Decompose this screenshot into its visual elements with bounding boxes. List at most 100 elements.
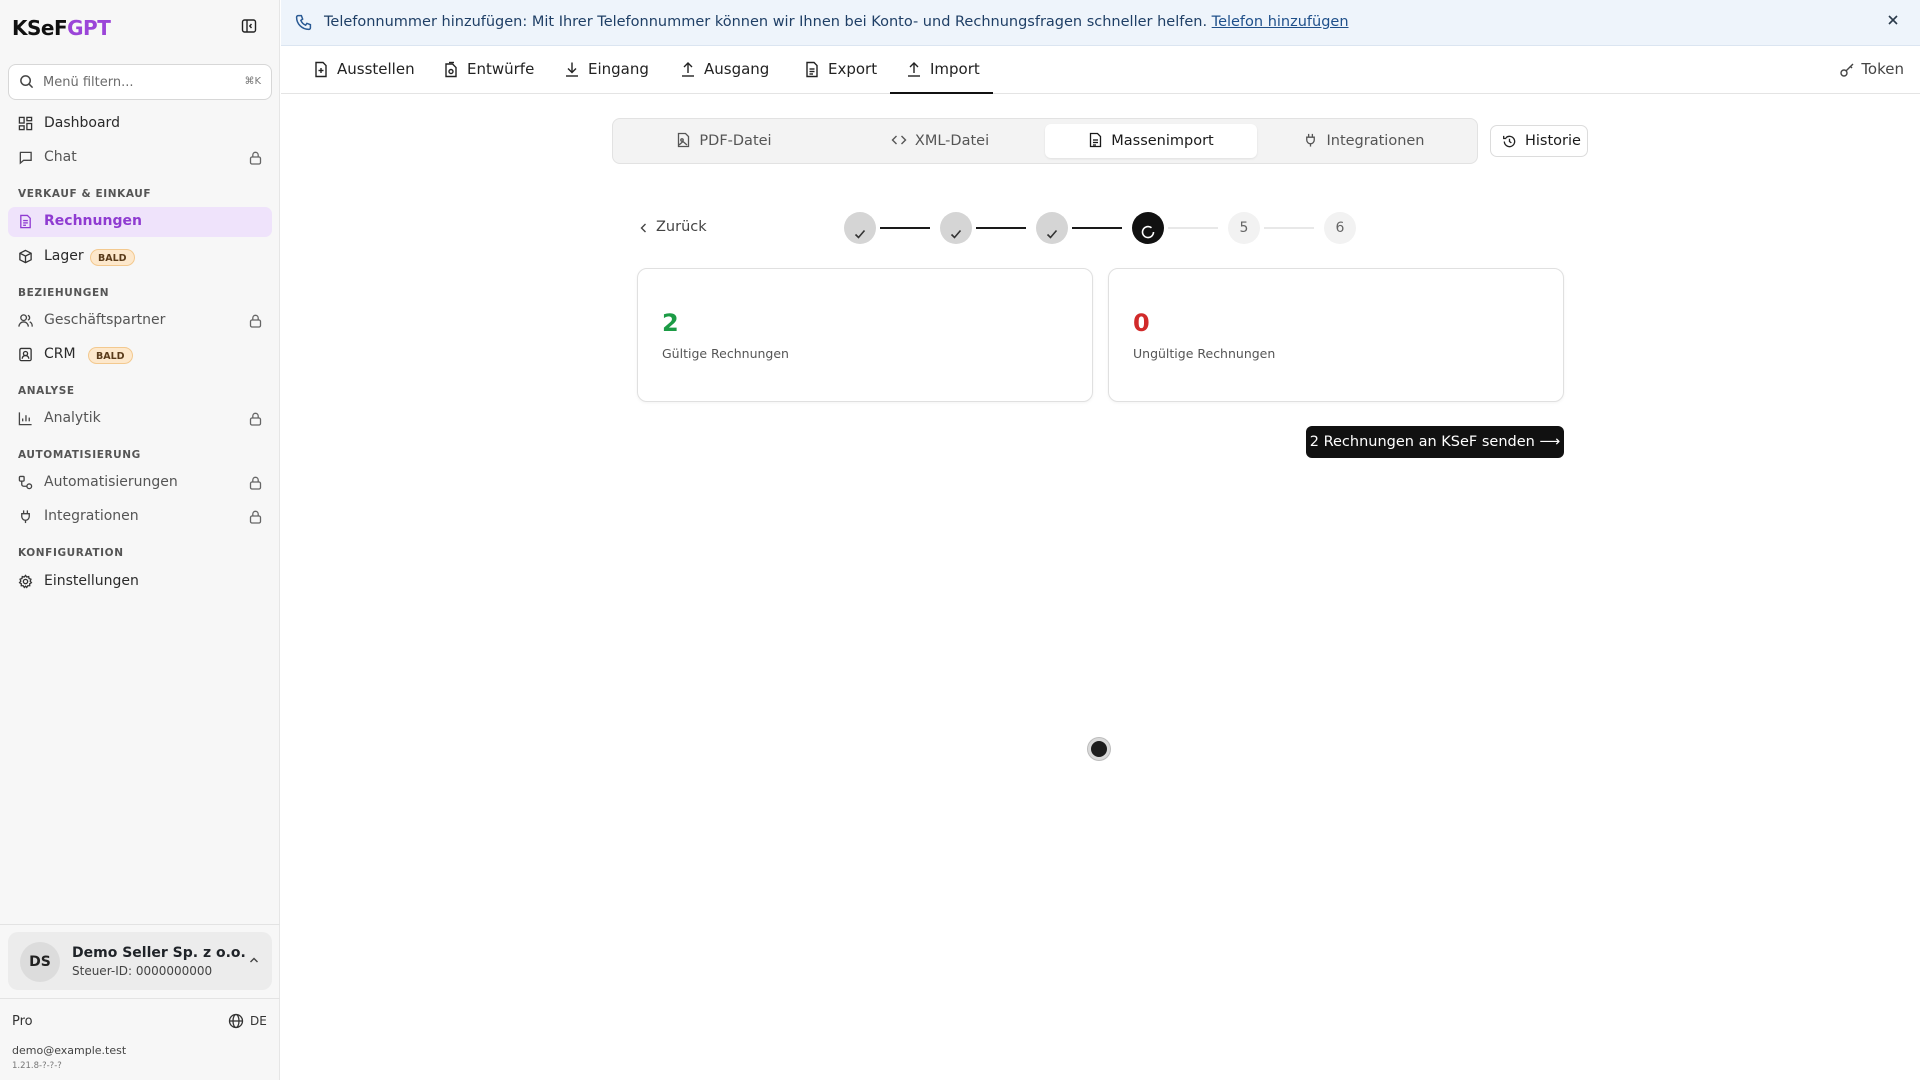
globe-icon (228, 1013, 244, 1032)
step-connector (1168, 227, 1218, 229)
sidebar-item-invoices[interactable]: Rechnungen (8, 207, 272, 237)
invalid-invoices-card: 0 Ungültige Rechnungen (1108, 268, 1564, 402)
lock-icon (249, 412, 262, 430)
dashboard-icon (18, 116, 33, 135)
sidebar-item-label: Lager (44, 248, 84, 264)
phone-banner: Telefonnummer hinzufügen: Mit Ihrer Tele… (281, 0, 1920, 46)
sidebar-item-crm[interactable]: CRM BALD (8, 340, 272, 370)
contact-card-icon (18, 347, 33, 366)
section-label-relations: BEZIEHUNGEN (18, 287, 110, 299)
sidebar: KSeFGPT ⌘K Dashboard Chat VERKAUF & EINK… (0, 0, 280, 1080)
tab-label: Eingang (588, 60, 649, 78)
sidebar-item-analytics[interactable]: Analytik (8, 404, 272, 434)
import-mode-switcher: PDF-Datei XML-Datei Massenimport Integra… (612, 118, 1478, 164)
plug-icon (1303, 132, 1318, 152)
tab-label: Export (828, 60, 878, 78)
lock-icon (249, 510, 262, 528)
step-connector (976, 227, 1026, 229)
sidebar-item-settings[interactable]: Einstellungen (8, 567, 272, 597)
step-connector (1264, 227, 1314, 229)
soon-badge: BALD (90, 249, 135, 266)
step-connector (880, 227, 930, 229)
history-button[interactable]: Historie (1490, 125, 1588, 157)
file-plus-icon (313, 61, 329, 82)
menu-search-input[interactable] (43, 72, 233, 92)
sidebar-item-label: Automatisierungen (44, 474, 178, 490)
step-3 (1036, 212, 1068, 244)
mode-label: Integrationen (1326, 133, 1425, 149)
language-code: DE (250, 1014, 267, 1028)
users-icon (18, 313, 33, 332)
sidebar-divider (0, 924, 280, 925)
sidebar-item-automations[interactable]: Automatisierungen (8, 468, 272, 498)
main-tabs: Ausstellen Entwürfe Eingang Ausgang Expo… (281, 47, 1920, 94)
phone-icon (295, 14, 312, 35)
mode-bulk[interactable]: Massenimport (1045, 124, 1257, 158)
app-version: 1.21.8-?-?-? (12, 1061, 62, 1071)
tab-label: Entwürfe (467, 60, 535, 78)
step-6: 6 (1324, 212, 1356, 244)
spinner-icon (1140, 220, 1156, 252)
sidebar-item-label: Integrationen (44, 508, 139, 524)
valid-invoices-card: 2 Gültige Rechnungen (637, 268, 1093, 402)
menu-search: ⌘K (8, 64, 272, 100)
mode-integrations[interactable]: Integrationen (1258, 124, 1470, 158)
account-switcher[interactable]: DS Demo Seller Sp. z o.o. Steuer-ID: 000… (8, 932, 272, 990)
back-button[interactable]: Zurück (638, 219, 707, 235)
token-button[interactable]: Token (1839, 60, 1904, 78)
banner-text: Telefonnummer hinzufügen: Mit Ihrer Tele… (324, 14, 1349, 30)
sidebar-item-integrations[interactable]: Integrationen (8, 502, 272, 532)
sidebar-item-label: Chat (44, 149, 77, 165)
mode-label: Massenimport (1111, 133, 1214, 149)
brand-logo[interactable]: KSeFGPT (12, 16, 111, 40)
history-icon (1502, 134, 1517, 153)
section-label-sales: VERKAUF & EINKAUF (18, 188, 152, 200)
lock-icon (249, 476, 262, 494)
mode-label: XML-Datei (914, 133, 990, 149)
close-icon[interactable] (1886, 13, 1900, 31)
section-label-config: KONFIGURATION (18, 547, 124, 559)
sidebar-item-label: Rechnungen (44, 213, 142, 229)
tab-label: Ausgang (704, 60, 770, 78)
key-icon (1839, 62, 1855, 82)
search-icon (19, 74, 34, 93)
mouse-cursor-indicator (1088, 738, 1110, 760)
chevron-up-icon (248, 954, 260, 970)
mode-label: PDF-Datei (699, 133, 772, 149)
sidebar-toggle-icon[interactable] (241, 18, 263, 38)
bar-chart-icon (18, 411, 33, 430)
download-icon (564, 61, 580, 82)
tab-label: Import (930, 60, 980, 78)
section-label-analysis: ANALYSE (18, 385, 75, 397)
sidebar-item-stock[interactable]: Lager BALD (8, 242, 272, 272)
search-shortcut: ⌘K (244, 76, 261, 87)
lock-icon (249, 314, 262, 332)
add-phone-link[interactable]: Telefon hinzufügen (1212, 14, 1349, 30)
invoice-icon (18, 214, 33, 233)
banner-message: Telefonnummer hinzufügen: Mit Ihrer Tele… (324, 14, 1208, 30)
mode-xml[interactable]: XML-Datei (834, 124, 1046, 158)
sidebar-item-dashboard[interactable]: Dashboard (8, 109, 272, 139)
history-label: Historie (1525, 133, 1581, 149)
upload-icon (906, 61, 922, 82)
valid-label: Gültige Rechnungen (662, 346, 789, 361)
soon-badge: BALD (88, 347, 133, 364)
tab-label: Ausstellen (337, 60, 415, 78)
chat-icon (18, 150, 33, 169)
sidebar-item-label: Analytik (44, 410, 101, 426)
code-icon (891, 132, 907, 152)
sidebar-item-chat[interactable]: Chat (8, 143, 272, 173)
sidebar-divider (0, 998, 280, 999)
valid-count: 2 (662, 309, 679, 337)
mode-pdf[interactable]: PDF-Datei (618, 124, 830, 158)
step-4 (1132, 212, 1164, 244)
chevron-left-icon (638, 222, 650, 238)
send-to-ksef-button[interactable]: 2 Rechnungen an KSeF senden ⟶ (1306, 426, 1564, 458)
account-name: Demo Seller Sp. z o.o. (72, 945, 246, 961)
step-5: 5 (1228, 212, 1260, 244)
gear-icon (18, 574, 33, 593)
sidebar-item-partners[interactable]: Geschäftspartner (8, 306, 272, 336)
plug-icon (18, 509, 33, 528)
account-tax-id: Steuer-ID: 0000000000 (72, 964, 213, 978)
sidebar-item-label: Dashboard (44, 115, 120, 131)
